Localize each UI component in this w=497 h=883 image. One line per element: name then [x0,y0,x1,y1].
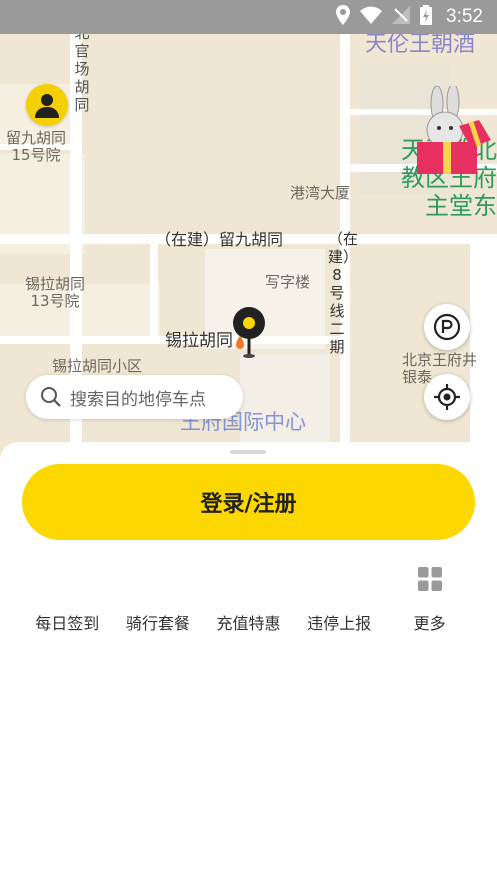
battery-icon [420,5,433,29]
location-icon [336,5,351,29]
user-icon [35,94,59,118]
gift-mascot-icon[interactable] [415,83,495,180]
quick-actions: 每日签到 骑行套餐 充值特惠 违停上报 更多 [22,562,475,634]
quick-action-label: 更多 [413,614,446,633]
user-avatar[interactable] [26,84,68,126]
quick-action-label: 骑行套餐 [125,614,190,633]
sheet-handle[interactable] [230,450,266,454]
street-label-xila-13: 锡拉胡同 13号院 [25,275,86,310]
search-icon [41,387,61,407]
status-bar: 3:52 [0,0,497,34]
quick-action-checkin[interactable]: 每日签到 [22,562,113,634]
search-bar[interactable]: 搜索目的地停车点 [26,375,243,419]
grid-icon [417,562,443,596]
street-label-beiguanchang: 北官场胡同 [74,34,90,114]
quick-action-report-parking[interactable]: 违停上报 [294,562,385,634]
parking-icon [433,313,461,341]
street-label-liujiu-15: 留九胡同 15号院 [6,129,67,164]
map-view[interactable]: 北官场胡同 留九胡同 15号院 （在建）留九胡同 锡拉胡同 13号院 锡拉胡同 … [0,34,497,464]
street-label-xiezilou: 写字楼 [265,273,311,291]
locate-button[interactable] [424,374,470,420]
login-register-button[interactable]: 登录/注册 [22,464,475,540]
quick-action-recharge[interactable]: 充值特惠 [203,562,294,634]
wifi-icon [360,6,383,28]
street-label-xila: 锡拉胡同 [165,331,233,351]
bottom-sheet: 登录/注册 每日签到 骑行套餐 充值特惠 违停上报 更多 [0,442,497,883]
street-label-line8: （在建）8号线二期 [328,230,359,356]
status-time: 3:52 [446,6,483,27]
quick-action-label: 每日签到 [35,614,100,633]
street-label-gangwan: 港湾大厦 [290,184,351,202]
crosshair-icon [434,384,460,410]
poi-hotel: 天伦王朝酒 [365,34,476,57]
search-placeholder: 搜索目的地停车点 [70,389,206,410]
quick-action-label: 充值特惠 [216,614,281,633]
street-label-xila-xiaoqu: 锡拉胡同小区 [52,357,143,375]
quick-action-riding-plan[interactable]: 骑行套餐 [113,562,204,634]
road [150,244,158,344]
quick-action-more[interactable]: 更多 [384,562,475,634]
signal-icon [392,6,411,28]
parking-button[interactable] [424,304,470,350]
quick-action-label: 违停上报 [307,614,372,633]
location-pin-icon [230,307,266,367]
street-label-liujiu: （在建）留九胡同 [155,230,284,249]
